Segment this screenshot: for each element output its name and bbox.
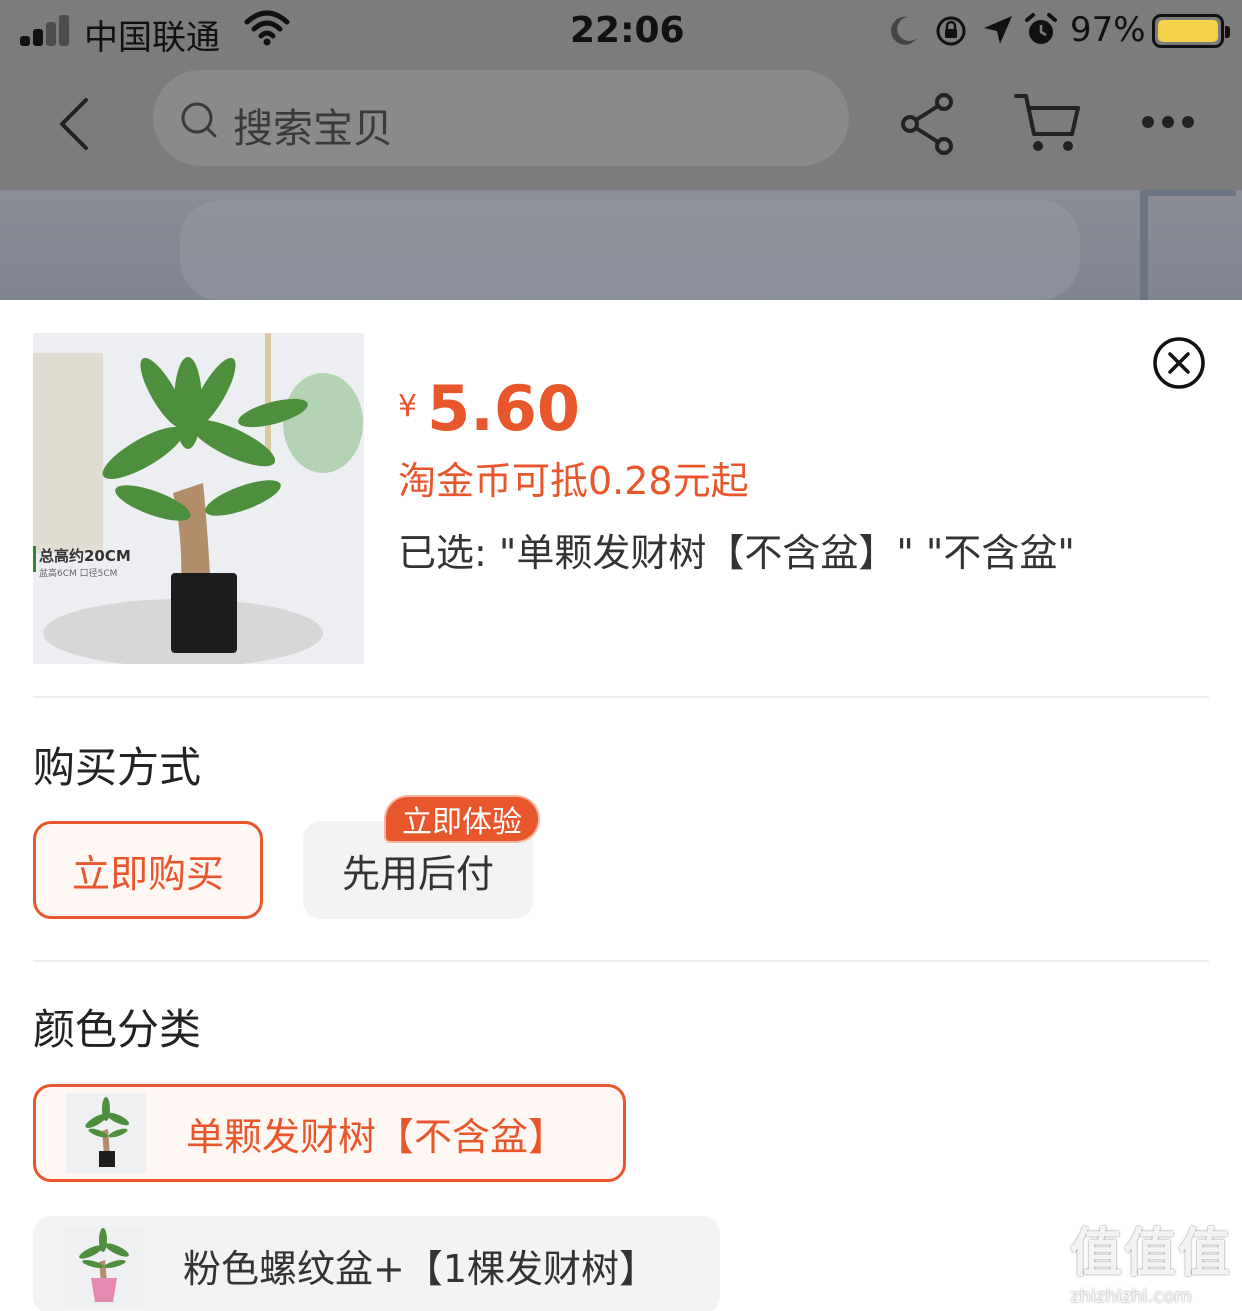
search-input[interactable]: 搜索宝贝 <box>153 70 849 166</box>
dimmed-background[interactable]: 中国联通 22:06 97% 搜索宝贝 <box>0 0 1242 300</box>
buy-now-option[interactable]: 立即购买 <box>33 821 263 919</box>
purchase-method-title: 购买方式 <box>33 743 202 792</box>
watermark-logo: 值值值 zhizhizhi.com <box>1070 1211 1232 1307</box>
location-arrow-icon <box>984 16 1012 44</box>
color-option-label: 单颗发财树【不含盆】 <box>186 1114 567 1159</box>
battery-percent: 97% <box>1070 10 1146 50</box>
product-image[interactable]: 总高约20CM 盆高6CM 口径5CM <box>33 333 364 664</box>
nav-bar: 搜索宝贝 <box>0 64 1242 184</box>
product-banner-peek <box>0 190 1242 300</box>
color-category-title: 颜色分类 <box>33 1005 202 1054</box>
divider <box>33 960 1209 962</box>
moon-icon <box>891 16 917 45</box>
color-option-single-tree[interactable]: 单颗发财树【不含盆】 <box>33 1084 626 1182</box>
money-tree-image <box>33 333 364 664</box>
buy-now-label: 立即购买 <box>71 851 224 896</box>
rotation-lock-icon <box>936 16 966 46</box>
more-icon[interactable] <box>1140 114 1196 130</box>
alarm-clock-icon <box>1025 13 1057 44</box>
try-now-badge: 立即体验 <box>386 797 538 841</box>
image-caption-height: 总高约20CM <box>39 547 131 565</box>
color-option-thumbnail <box>66 1093 146 1173</box>
color-option-thumbnail <box>63 1226 143 1306</box>
image-caption: 总高约20CM 盆高6CM 口径5CM <box>39 545 131 579</box>
divider <box>33 696 1209 698</box>
clock-time: 22:06 <box>570 10 685 51</box>
search-placeholder: 搜索宝贝 <box>233 106 393 152</box>
watermark-url: zhizhizhi.com <box>1069 1286 1192 1307</box>
watermark-main: 值值值 <box>1069 1224 1232 1284</box>
pay-later-label: 先用后付 <box>341 851 494 896</box>
cart-icon[interactable] <box>1012 90 1082 156</box>
selected-sku-text: 已选: "单颗发财树【不含盆】" "不含盆" <box>398 531 1075 575</box>
search-icon <box>181 102 217 138</box>
image-caption-size: 盆高6CM 口径5CM <box>39 569 118 579</box>
battery-icon <box>1152 14 1230 48</box>
currency-symbol: ¥ <box>398 389 418 424</box>
price: ¥5.60 <box>398 372 580 445</box>
wifi-icon <box>244 10 290 46</box>
carrier-name: 中国联通 <box>84 18 220 58</box>
close-icon[interactable] <box>1152 336 1206 390</box>
color-option-pink-pot[interactable]: 粉色螺纹盆+【1棵发财树】 <box>33 1216 720 1311</box>
back-arrow-icon[interactable] <box>50 94 100 154</box>
price-value: 5.60 <box>427 372 581 445</box>
cell-signal-icon <box>20 14 72 46</box>
coin-discount: 淘金币可抵0.28元起 <box>398 459 749 503</box>
sku-selection-sheet: 总高约20CM 盆高6CM 口径5CM ¥5.60 淘金币可抵0.28元起 已选… <box>0 300 1242 1311</box>
share-icon[interactable] <box>898 92 958 156</box>
status-bar: 中国联通 22:06 97% <box>0 0 1242 64</box>
color-option-label: 粉色螺纹盆+【1棵发财树】 <box>183 1246 658 1291</box>
